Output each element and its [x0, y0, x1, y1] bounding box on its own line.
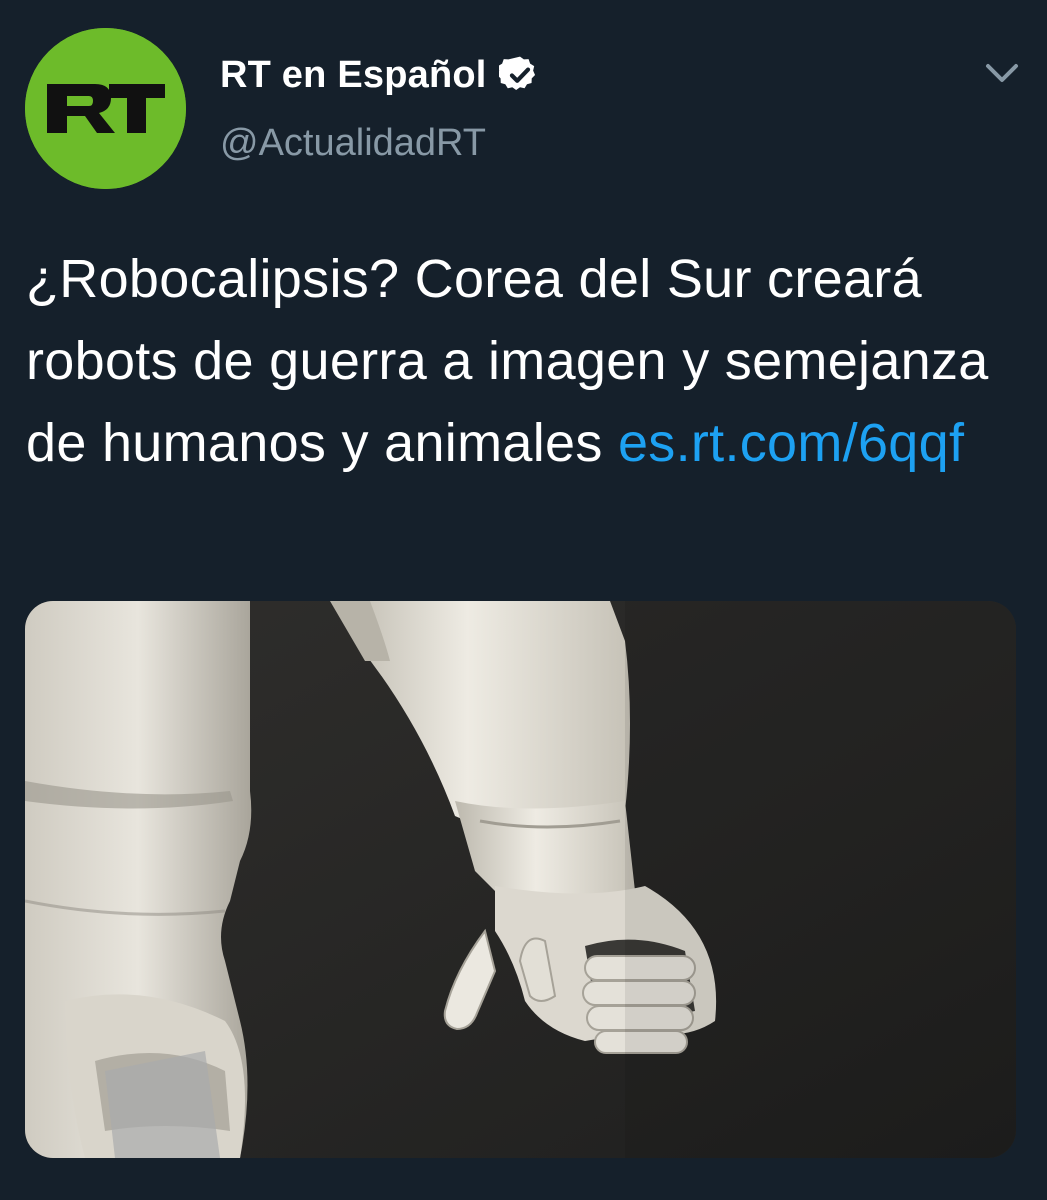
robot-hand-photo: [25, 601, 1016, 1158]
verified-badge-icon: [498, 56, 535, 91]
rt-logo: [25, 28, 186, 189]
chevron-down-icon[interactable]: [982, 56, 1022, 90]
tweet-text: ¿Robocalipsis? Corea del Sur creará robo…: [26, 238, 1016, 484]
user-handle[interactable]: @ActualidadRT: [220, 122, 486, 165]
tweet: RT en Español @ActualidadRT ¿Robocalipsi…: [0, 0, 1047, 1200]
display-name-row[interactable]: RT en Español: [220, 50, 541, 100]
display-name[interactable]: RT en Español: [220, 54, 487, 97]
tweet-link[interactable]: es.rt.com/6qqf: [618, 413, 964, 473]
avatar[interactable]: [25, 28, 186, 189]
tweet-media-image[interactable]: [25, 601, 1016, 1158]
